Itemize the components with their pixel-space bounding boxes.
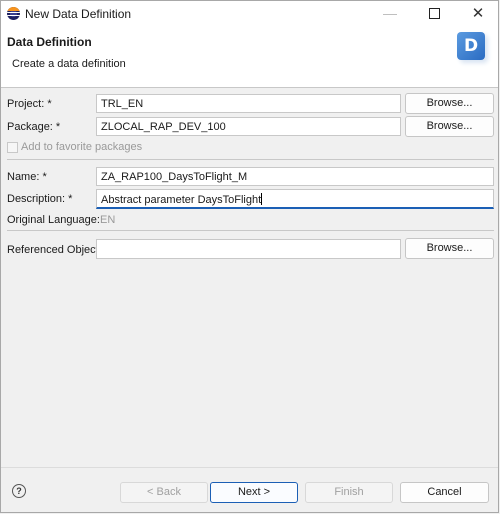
wizard-page-description: Create a data definition [12, 58, 126, 70]
name-label: Name: * [7, 171, 47, 183]
description-value: Abstract parameter DaysToFlight [101, 194, 262, 206]
title-bar: New Data Definition — ✕ [1, 1, 498, 26]
wizard-banner: Data Definition Create a data definition… [1, 26, 498, 88]
referenced-object-label: Referenced Object: [7, 244, 102, 256]
description-label: Description: * [7, 193, 73, 205]
project-browse-button[interactable]: Browse... [405, 93, 494, 114]
package-field[interactable]: ZLOCAL_RAP_DEV_100 [96, 117, 401, 136]
back-button[interactable]: < Back [120, 482, 208, 503]
separator-2 [7, 230, 494, 231]
close-button[interactable]: ✕ [456, 1, 500, 26]
description-field[interactable]: Abstract parameter DaysToFlight [96, 189, 494, 209]
data-definition-icon: D [457, 32, 485, 60]
finish-button[interactable]: Finish [305, 482, 393, 503]
maximize-button[interactable] [412, 1, 456, 26]
project-field[interactable]: TRL_EN [96, 94, 401, 113]
referenced-object-field[interactable] [96, 239, 401, 259]
cancel-button[interactable]: Cancel [400, 482, 489, 503]
original-language-label: Original Language: [7, 214, 100, 226]
package-label: Package: * [7, 121, 61, 133]
help-icon[interactable]: ? [12, 484, 26, 498]
add-to-favorites-label: Add to favorite packages [21, 141, 143, 153]
footer-separator [1, 467, 498, 468]
eclipse-app-icon [7, 7, 20, 20]
add-to-favorites-checkbox[interactable] [7, 142, 18, 153]
referenced-object-browse-button[interactable]: Browse... [405, 238, 494, 259]
minimize-button[interactable]: — [368, 1, 412, 26]
name-field[interactable]: ZA_RAP100_DaysToFlight_M [96, 167, 494, 186]
window-title: New Data Definition [25, 7, 132, 21]
dialog-window: New Data Definition — ✕ Data Definition … [0, 0, 499, 513]
wizard-page-title: Data Definition [7, 35, 92, 49]
next-button[interactable]: Next > [210, 482, 298, 503]
maximize-icon [428, 7, 440, 19]
package-browse-button[interactable]: Browse... [405, 116, 494, 137]
project-label: Project: * [7, 98, 52, 110]
original-language-value: EN [100, 214, 116, 226]
separator-1 [7, 159, 494, 160]
